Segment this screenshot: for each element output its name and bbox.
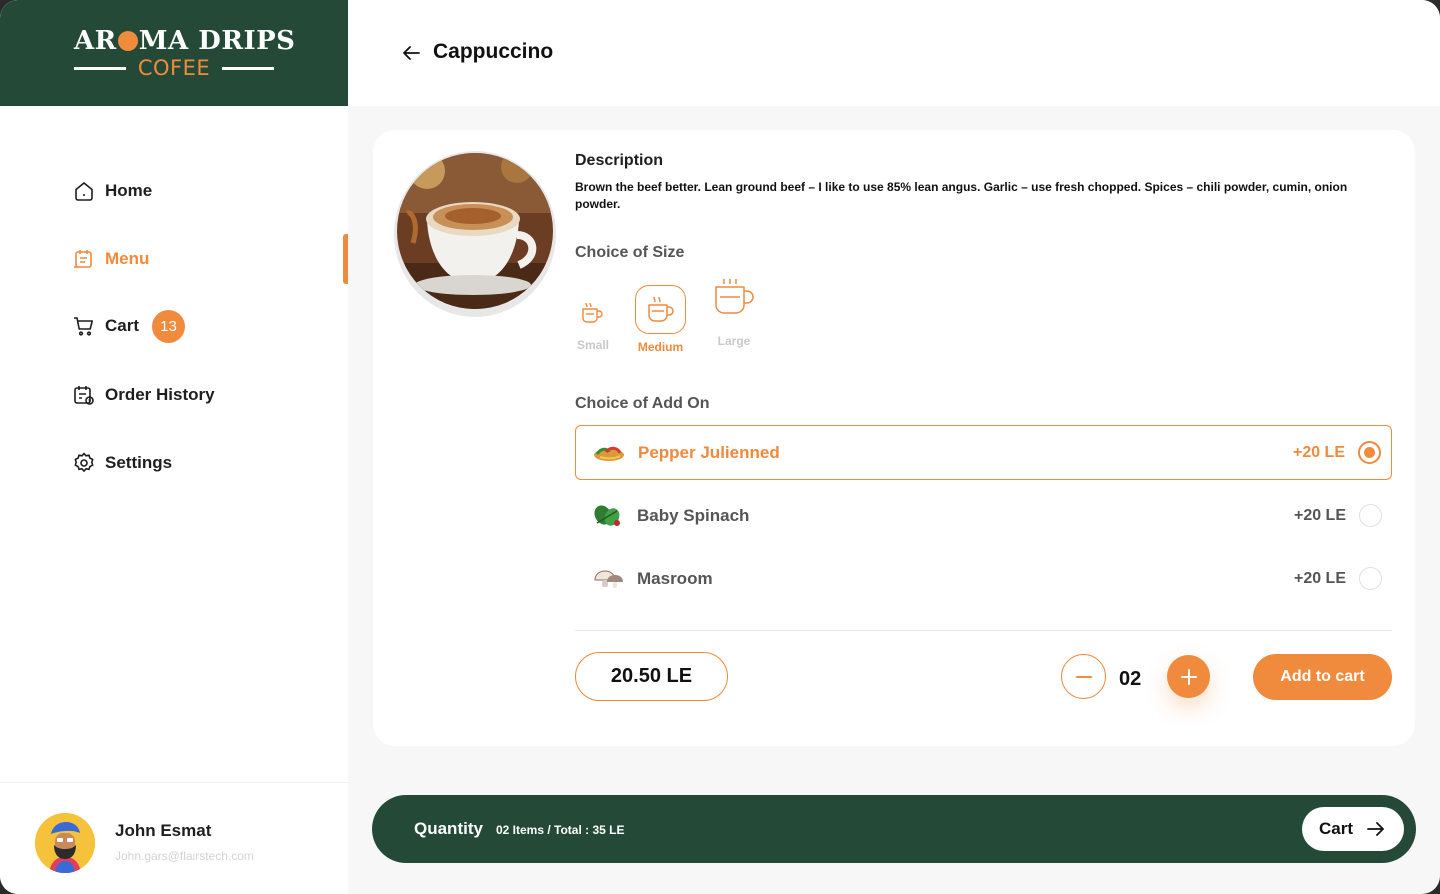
arrow-right-icon: [1367, 822, 1384, 836]
cart-summary-text: 02 Items / Total : 35 LE: [496, 823, 625, 837]
product-image: [397, 153, 553, 309]
add-to-cart-button[interactable]: Add to cart: [1253, 654, 1392, 700]
addon-section-title: Choice of Add On: [575, 395, 710, 412]
card-divider: [575, 630, 1392, 631]
addon-price: +20 LE: [1293, 506, 1346, 524]
cart-button-label: Cart: [1318, 819, 1353, 838]
quantity-increase-button[interactable]: [1167, 655, 1210, 698]
size-option-large[interactable]: Large: [712, 277, 756, 348]
sidebar-item-menu[interactable]: Menu: [72, 244, 149, 274]
app-window: AR MA DRIPS COFEE Home Menu Cart 13 Orde…: [0, 0, 1440, 894]
size-label: Small: [576, 338, 609, 352]
header: Cappuccino: [348, 0, 1440, 106]
sidebar-item-label: Settings: [105, 453, 173, 472]
sidebar-item-settings[interactable]: Settings: [72, 448, 172, 478]
user-email: John.gars@flairstech.com: [115, 849, 254, 863]
user-name: John Esmat: [115, 821, 212, 840]
quantity-decrease-button[interactable]: [1061, 654, 1106, 699]
cart-icon: [72, 314, 96, 338]
spinach-thumbnail: [591, 503, 625, 529]
logo-bean-icon: [117, 31, 138, 51]
addon-option-baby-spinach[interactable]: Baby Spinach +20 LE: [575, 488, 1392, 543]
plus-icon: [1180, 668, 1197, 685]
small-cup-icon: [575, 300, 611, 326]
addon-price: +20 LE: [1292, 443, 1345, 461]
size-section-title: Choice of Size: [575, 244, 685, 261]
quantity-label: Quantity: [414, 819, 483, 838]
addon-option-pepper-julienned[interactable]: Pepper Julienned +20 LE: [575, 425, 1392, 480]
pepper-thumbnail: [592, 440, 626, 466]
minus-icon: [1075, 675, 1092, 678]
go-to-cart-button[interactable]: Cart: [1302, 807, 1404, 851]
cart-summary-bar: Quantity 02 Items / Total : 35 LE Cart: [372, 795, 1416, 863]
addon-price: +20 LE: [1293, 569, 1346, 587]
sidebar-item-home[interactable]: Home: [72, 176, 152, 206]
size-option-medium[interactable]: Medium: [635, 285, 686, 354]
active-indicator: [343, 234, 348, 284]
description-text: Brown the beef better. Lean ground beef …: [575, 180, 1348, 211]
quantity-value: 02: [1119, 668, 1142, 690]
sidebar-item-order-history[interactable]: Order History: [72, 380, 215, 410]
order-history-icon: [72, 383, 96, 407]
logo[interactable]: AR MA DRIPS COFEE: [0, 0, 348, 106]
avatar[interactable]: [35, 813, 95, 873]
sidebar-item-cart[interactable]: Cart 13: [72, 309, 186, 343]
description-title: Description: [575, 152, 664, 169]
medium-cup-icon: [635, 285, 686, 334]
size-label: Medium: [637, 340, 684, 354]
home-icon: [72, 179, 96, 203]
settings-icon: [72, 451, 96, 475]
addon-name: Pepper Julienned: [638, 442, 780, 462]
sidebar-item-label: Home: [105, 181, 153, 200]
addon-name: Baby Spinach: [637, 505, 750, 525]
cart-count-badge: 13: [152, 309, 186, 343]
addon-radio[interactable]: [1359, 567, 1382, 590]
sidebar-item-label: Order History: [105, 385, 215, 404]
size-label: Large: [717, 334, 751, 348]
sidebar: AR MA DRIPS COFEE Home Menu Cart 13 Orde…: [0, 0, 348, 894]
size-option-small[interactable]: Small: [575, 300, 611, 352]
addon-name: Masroom: [637, 568, 713, 588]
menu-icon: [72, 247, 96, 271]
sidebar-divider: [0, 782, 348, 783]
sidebar-item-label: Menu: [105, 249, 150, 268]
logo-title: AR MA DRIPS: [74, 26, 296, 56]
mushroom-thumbnail: [591, 566, 625, 592]
page-title: Cappuccino: [433, 40, 554, 63]
sidebar-item-label: Cart: [105, 316, 140, 335]
logo-subtitle: COFEE: [74, 56, 274, 80]
addon-option-masroom[interactable]: Masroom +20 LE: [575, 551, 1392, 606]
large-cup-icon: [712, 277, 756, 321]
addon-radio[interactable]: [1358, 441, 1381, 464]
addon-radio[interactable]: [1359, 504, 1382, 527]
back-arrow-icon[interactable]: [400, 42, 422, 64]
price-display: 20.50 LE: [575, 652, 728, 701]
product-card: Description Brown the beef better. Lean …: [373, 130, 1415, 746]
